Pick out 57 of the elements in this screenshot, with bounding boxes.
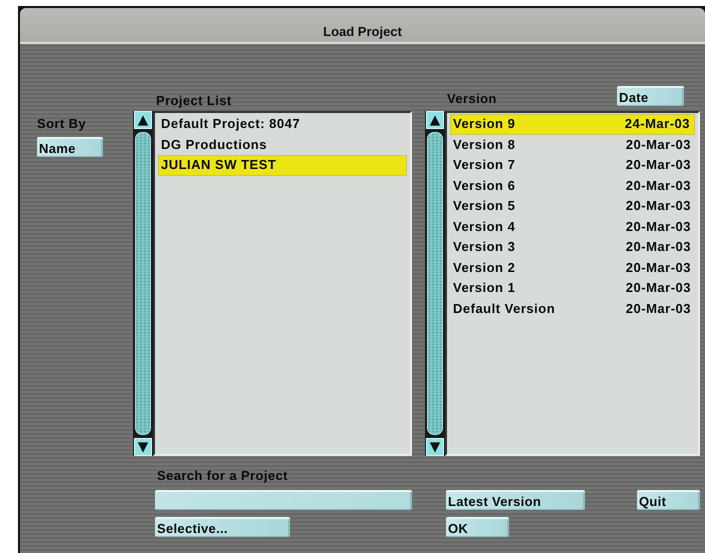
- scrollbar[interactable]: [133, 111, 153, 456]
- scroll-thumb[interactable]: [135, 132, 151, 435]
- version-name: Version 9: [453, 115, 516, 133]
- version-name: Version 6: [453, 176, 516, 194]
- list-item[interactable]: Version 5 20-Mar-03: [450, 196, 695, 216]
- version-name: Version 2: [453, 258, 516, 276]
- version-date: 20-Mar-03: [626, 218, 691, 236]
- scrollbar[interactable]: [425, 111, 445, 456]
- sort-label: Sort By: [37, 116, 86, 131]
- version-date: 24-Mar-03: [624, 115, 690, 133]
- version-name: Version 3: [453, 238, 516, 256]
- button[interactable]: Name: [37, 137, 103, 157]
- button[interactable]: Selective...: [155, 517, 290, 537]
- list-item[interactable]: Version 7 20-Mar-03: [450, 155, 695, 176]
- version-date: 20-Mar-03: [626, 279, 691, 297]
- list-item[interactable]: Version 3 20-Mar-03: [450, 237, 695, 258]
- list-item[interactable]: Version 1 20-Mar-03: [450, 278, 695, 298]
- list-item[interactable]: JULIAN SW TEST: [158, 155, 407, 176]
- version-date: 20-Mar-03: [626, 300, 691, 318]
- version-date: 20-Mar-03: [626, 136, 691, 154]
- scroll-down-button[interactable]: [426, 438, 444, 456]
- scroll-down-button[interactable]: [134, 438, 152, 456]
- button[interactable]: Latest Version: [446, 490, 585, 510]
- version-name: Version 8: [453, 136, 516, 154]
- scroll-up-button[interactable]: [134, 111, 152, 129]
- list-item[interactable]: Version 6 20-Mar-03: [450, 176, 695, 196]
- version-name: Version 1: [453, 279, 516, 297]
- list-item[interactable]: Version 4 20-Mar-03: [450, 216, 695, 237]
- list-item[interactable]: Default Project: 8047: [158, 114, 407, 134]
- list-label: Project List: [156, 93, 232, 108]
- list-item[interactable]: Version 8 20-Mar-03: [450, 134, 695, 155]
- window-title: Load Project: [323, 24, 402, 39]
- button[interactable]: Date: [617, 86, 684, 106]
- version-date: 20-Mar-03: [626, 258, 691, 276]
- version-name: Version 4: [453, 218, 516, 236]
- version-name: Version 7: [453, 156, 516, 174]
- version-date: 20-Mar-03: [626, 197, 691, 215]
- list-item[interactable]: Default Version 20-Mar-03: [450, 298, 695, 319]
- scroll-thumb[interactable]: [427, 132, 443, 435]
- up-arrow-icon: [137, 114, 149, 126]
- button[interactable]: OK: [446, 517, 509, 537]
- list-label: Version: [447, 91, 497, 106]
- version-date: 20-Mar-03: [626, 176, 691, 194]
- version-date: 20-Mar-03: [626, 156, 691, 174]
- button[interactable]: Quit: [637, 490, 700, 510]
- scroll-up-button[interactable]: [426, 111, 444, 129]
- search-label: Search for a Project: [157, 468, 288, 483]
- list-item[interactable]: DG Productions: [158, 134, 407, 155]
- down-arrow-icon: [137, 440, 149, 454]
- up-arrow-icon: [429, 114, 441, 126]
- search-field[interactable]: [155, 490, 412, 510]
- version-name: Version 5: [453, 197, 516, 215]
- version-date: 20-Mar-03: [626, 238, 691, 256]
- down-arrow-icon: [429, 440, 441, 454]
- version-name: Default Version: [453, 300, 556, 318]
- list-item[interactable]: Version 2 20-Mar-03: [450, 258, 695, 278]
- list-item[interactable]: Version 9 24-Mar-03: [450, 114, 695, 134]
